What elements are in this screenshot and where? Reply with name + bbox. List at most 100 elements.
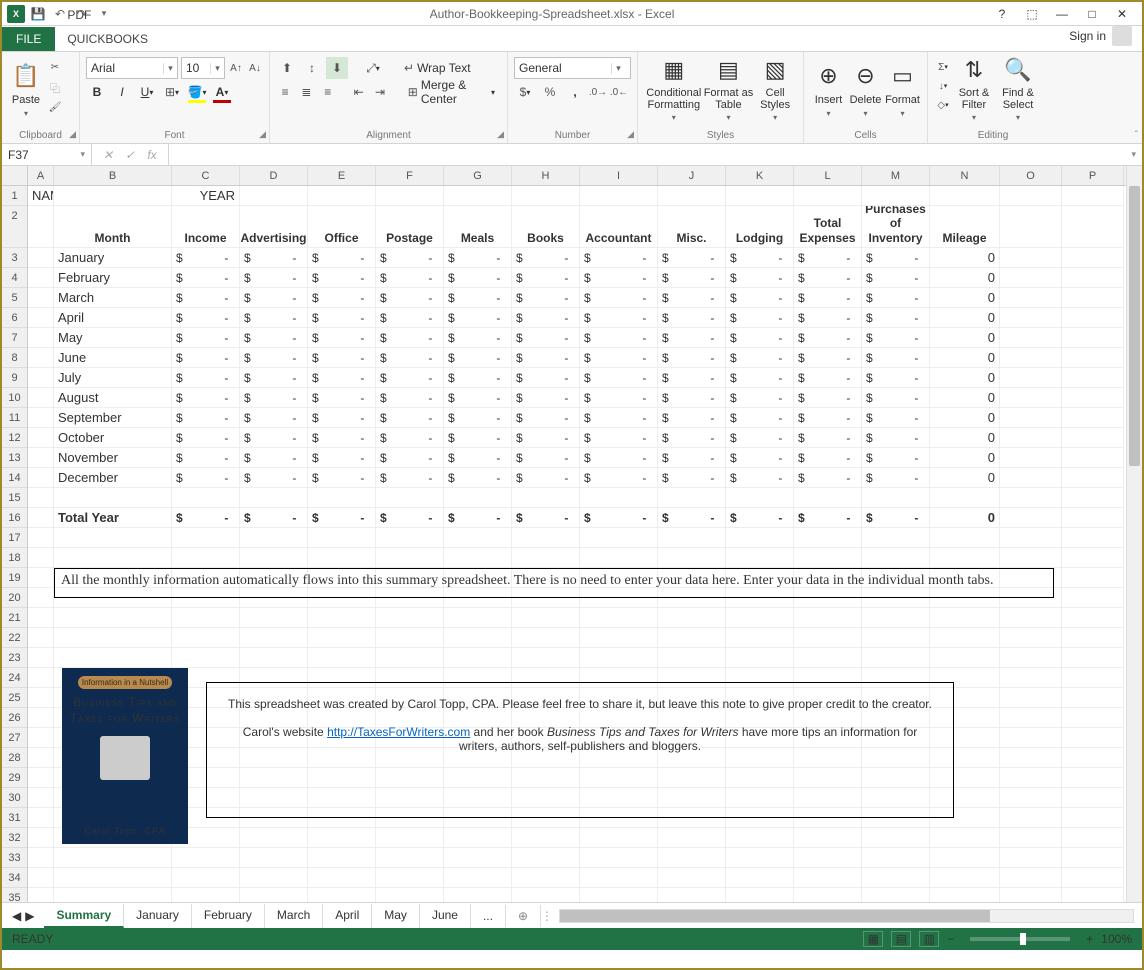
cell[interactable]	[580, 628, 658, 648]
cell[interactable]	[54, 868, 172, 888]
cell[interactable]: $-	[658, 288, 726, 308]
col-header[interactable]: F	[376, 166, 444, 185]
cell[interactable]: $-	[240, 468, 308, 488]
cell[interactable]	[54, 488, 172, 508]
cell[interactable]: $-	[862, 388, 930, 408]
cell[interactable]: November	[54, 448, 172, 468]
cell[interactable]	[376, 848, 444, 868]
cell[interactable]	[726, 628, 794, 648]
cell[interactable]	[726, 848, 794, 868]
cell[interactable]: 0	[930, 348, 1000, 368]
cell[interactable]: Accountant	[580, 206, 658, 248]
cell[interactable]	[1062, 868, 1124, 888]
cell[interactable]	[1000, 888, 1062, 902]
col-header[interactable]: K	[726, 166, 794, 185]
cell[interactable]: $-	[512, 388, 580, 408]
cell[interactable]: $-	[240, 308, 308, 328]
row-header[interactable]: 8	[2, 348, 27, 368]
cell[interactable]	[54, 528, 172, 548]
chevron-down-icon[interactable]: ▾	[611, 63, 625, 74]
row-header[interactable]: 6	[2, 308, 27, 328]
cell[interactable]	[172, 648, 240, 668]
cell[interactable]	[794, 548, 862, 568]
cell[interactable]: $-	[580, 508, 658, 528]
cell[interactable]: $-	[862, 508, 930, 528]
autosum-icon[interactable]: Σ▾	[934, 58, 952, 76]
cell[interactable]: 0	[930, 268, 1000, 288]
cell[interactable]	[580, 488, 658, 508]
cell[interactable]	[726, 888, 794, 902]
cell[interactable]: $-	[726, 248, 794, 268]
col-header[interactable]: J	[658, 166, 726, 185]
sign-in[interactable]: Sign in	[1059, 21, 1142, 51]
row-header[interactable]: 5	[2, 288, 27, 308]
cell[interactable]: $-	[172, 468, 240, 488]
cell[interactable]	[930, 628, 1000, 648]
cell[interactable]: $-	[172, 428, 240, 448]
cell[interactable]: $-	[794, 428, 862, 448]
cell[interactable]	[28, 288, 54, 308]
cell[interactable]: $-	[444, 408, 512, 428]
cell[interactable]: $-	[794, 468, 862, 488]
cell[interactable]	[1062, 548, 1124, 568]
cell[interactable]	[1000, 348, 1062, 368]
cell[interactable]	[930, 868, 1000, 888]
cell[interactable]: $-	[794, 388, 862, 408]
cell[interactable]: $-	[512, 308, 580, 328]
cell[interactable]: $-	[580, 388, 658, 408]
help-icon[interactable]: ?	[990, 7, 1014, 21]
cell[interactable]: $-	[444, 348, 512, 368]
increase-indent-icon[interactable]: ⇥	[371, 81, 389, 103]
cell[interactable]	[240, 868, 308, 888]
cell[interactable]	[28, 308, 54, 328]
cell[interactable]: $-	[726, 368, 794, 388]
cell[interactable]	[862, 828, 930, 848]
cell[interactable]: $-	[512, 428, 580, 448]
cell[interactable]	[862, 888, 930, 902]
cell[interactable]	[308, 608, 376, 628]
cell[interactable]: $-	[308, 368, 376, 388]
cell[interactable]	[54, 186, 172, 206]
cell[interactable]	[658, 628, 726, 648]
maximize-icon[interactable]: □	[1080, 7, 1104, 21]
cell[interactable]: $-	[512, 468, 580, 488]
cell[interactable]: $-	[308, 308, 376, 328]
cell[interactable]	[1062, 368, 1124, 388]
sheet-tab-april[interactable]: April	[323, 904, 372, 928]
cell[interactable]: $-	[580, 288, 658, 308]
cell[interactable]	[28, 206, 54, 248]
cell[interactable]	[1062, 788, 1124, 808]
cell[interactable]: $-	[862, 428, 930, 448]
col-header[interactable]: E	[308, 166, 376, 185]
font-color-button[interactable]: A▾	[211, 81, 233, 103]
cell[interactable]: $-	[862, 448, 930, 468]
cell[interactable]: Income	[172, 206, 240, 248]
align-center-icon[interactable]: ≣	[297, 81, 315, 103]
row-header[interactable]: 34	[2, 868, 27, 888]
cell[interactable]	[28, 808, 54, 828]
cell[interactable]: $-	[726, 308, 794, 328]
cell[interactable]	[1062, 888, 1124, 902]
cell[interactable]	[308, 628, 376, 648]
cell[interactable]	[930, 608, 1000, 628]
cell[interactable]	[512, 868, 580, 888]
save-icon[interactable]: 💾	[28, 4, 48, 24]
col-header[interactable]: C	[172, 166, 240, 185]
chevron-down-icon[interactable]: ▾	[210, 63, 224, 74]
cell[interactable]	[1062, 708, 1124, 728]
cell[interactable]	[726, 608, 794, 628]
cell[interactable]: $-	[512, 368, 580, 388]
sheet-prev-icon[interactable]: ◀	[12, 909, 21, 923]
align-top-icon[interactable]: ⬆	[276, 57, 298, 79]
cell[interactable]	[1000, 788, 1062, 808]
cell[interactable]: $-	[794, 408, 862, 428]
cell[interactable]	[54, 628, 172, 648]
cell[interactable]: $-	[240, 448, 308, 468]
cell[interactable]: $-	[240, 388, 308, 408]
cell[interactable]	[1000, 508, 1062, 528]
cell[interactable]: $-	[444, 248, 512, 268]
italic-button[interactable]: I	[111, 81, 133, 103]
row-header[interactable]: 16	[2, 508, 27, 528]
cell[interactable]	[54, 608, 172, 628]
cell[interactable]: $-	[444, 268, 512, 288]
